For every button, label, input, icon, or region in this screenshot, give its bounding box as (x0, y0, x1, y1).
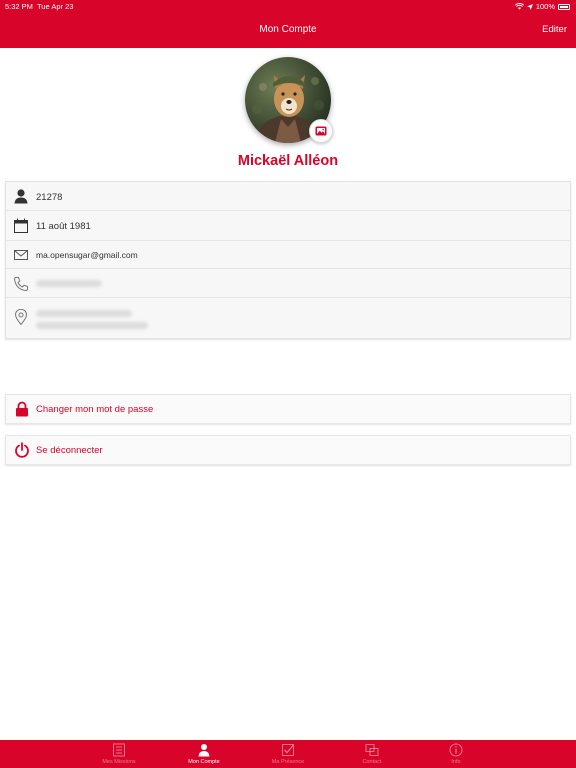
tab-label: Mon Compte (188, 759, 220, 765)
lock-icon (16, 401, 28, 417)
tab-contact[interactable]: Contact (332, 740, 412, 768)
birthdate-row: 11 août 1981 (6, 211, 570, 241)
tab-bar: Mes Missions Mon Compte Ma Présence Cont… (0, 740, 576, 768)
info-icon (449, 743, 463, 757)
checkbox-icon (282, 744, 294, 756)
user-name: Mickaël Alléon (237, 153, 339, 169)
image-icon (315, 126, 327, 136)
tab-label: Info (451, 759, 461, 765)
edit-button[interactable]: Editer (542, 24, 567, 35)
tab-info[interactable]: Info (416, 740, 496, 768)
logout-label: Se déconnecter (36, 445, 103, 456)
status-date: Tue Apr 23 (37, 2, 74, 11)
mail-icon (14, 250, 28, 260)
tab-ma-presence[interactable]: Ma Présence (248, 740, 328, 768)
location-pin-icon (14, 309, 28, 325)
email: ma.opensugar@gmail.com (36, 250, 138, 260)
wifi-icon (514, 3, 524, 10)
change-password-button[interactable]: Changer mon mot de passe (5, 394, 571, 424)
user-id: 21278 (36, 192, 63, 203)
user-icon (14, 189, 28, 204)
phone-value-blurred (36, 280, 102, 287)
birthdate: 11 août 1981 (36, 221, 91, 232)
logout-button[interactable]: Se déconnecter (5, 435, 571, 465)
calendar-icon (14, 218, 28, 233)
battery-icon (558, 3, 570, 10)
change-password-label: Changer mon mot de passe (36, 404, 154, 415)
power-icon (15, 442, 29, 458)
tab-label: Contact (362, 759, 382, 765)
address-row (6, 298, 570, 339)
status-bar: 5:32 PM Tue Apr 23 100% (0, 0, 576, 12)
location-arrow-icon (526, 3, 533, 10)
tab-label: Ma Présence (271, 759, 305, 765)
address-line1-blurred (36, 310, 132, 317)
contact-icon (365, 744, 379, 756)
info-card: 21278 11 août 1981 ma.opensugar@gmail.co… (5, 181, 571, 339)
change-photo-button[interactable] (309, 119, 333, 143)
battery-percent: 100% (535, 2, 555, 11)
page-title: Mon Compte (259, 24, 317, 35)
tab-mes-missions[interactable]: Mes Missions (79, 740, 159, 768)
address-line2-blurred (36, 322, 148, 329)
avatar-container (245, 57, 333, 143)
email-row: ma.opensugar@gmail.com (6, 241, 570, 269)
nav-bar: Mon Compte Editer (0, 12, 576, 48)
tab-mon-compte[interactable]: Mon Compte (164, 740, 244, 768)
phone-icon (13, 277, 28, 292)
user-icon (198, 744, 210, 757)
tab-label: Mes Missions (102, 759, 136, 765)
status-indicators: 100% (514, 2, 570, 11)
phone-row (6, 269, 570, 298)
list-icon (113, 743, 125, 757)
id-row: 21278 (6, 182, 570, 211)
status-time: 5:32 PM (5, 2, 33, 11)
